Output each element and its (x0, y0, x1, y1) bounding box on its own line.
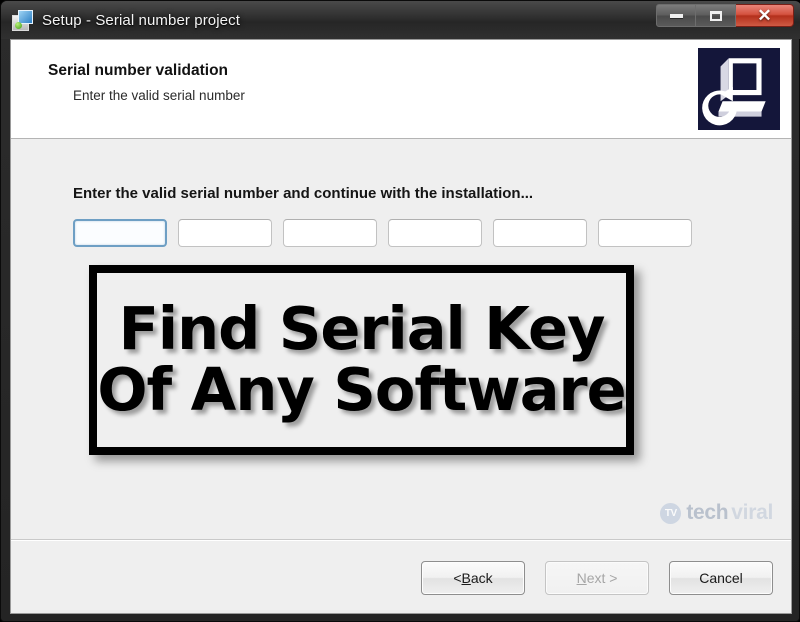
back-button-mnemonic: B (461, 570, 471, 586)
window-title: Setup - Serial number project (42, 11, 240, 29)
overlay-banner: Find Serial Key Of Any Software (89, 265, 634, 455)
setup-window: Setup - Serial number project ✕ Serial n… (0, 0, 800, 622)
techviral-watermark: TV tech viral (660, 501, 773, 525)
serial-number-fields (73, 219, 692, 247)
cancel-button[interactable]: Cancel (669, 561, 773, 595)
tv-badge-icon: TV (660, 502, 682, 524)
back-button-suffix: ack (470, 570, 493, 586)
title-bar-left: Setup - Serial number project (11, 1, 240, 39)
cancel-button-label: Cancel (699, 570, 743, 586)
computer-arrow-glyph (702, 58, 766, 126)
window-controls: ✕ (656, 4, 794, 28)
instruction-text: Enter the valid serial number and contin… (73, 185, 534, 202)
header-logo (695, 45, 783, 133)
next-button[interactable]: Next > (545, 561, 649, 595)
watermark-viral: viral (731, 501, 773, 524)
minimize-icon (669, 13, 683, 18)
close-icon: ✕ (757, 6, 772, 25)
serial-input-4[interactable] (388, 219, 482, 247)
page-title: Serial number validation (48, 62, 229, 79)
setup-disk-icon (11, 9, 33, 31)
serial-input-2[interactable] (178, 219, 272, 247)
title-bar[interactable]: Setup - Serial number project ✕ (1, 1, 800, 39)
back-button[interactable]: < Back (421, 561, 525, 595)
tv-badge-label: TV (664, 507, 677, 519)
client-area: Serial number validation Enter the valid… (10, 39, 792, 614)
serial-input-5[interactable] (493, 219, 587, 247)
next-button-mnemonic: N (576, 570, 587, 586)
back-button-prefix: < (453, 570, 462, 586)
wizard-footer: < Back Next > Cancel (11, 540, 791, 613)
installer-computer-icon (698, 48, 780, 130)
overlay-line-2: Of Any Software (97, 355, 626, 424)
wizard-body: Enter the valid serial number and contin… (11, 139, 791, 540)
serial-input-3[interactable] (283, 219, 377, 247)
page-subtitle: Enter the valid serial number (73, 88, 245, 103)
navigation-buttons: < Back Next > Cancel (421, 561, 773, 595)
serial-input-6[interactable] (598, 219, 692, 247)
maximize-button[interactable] (696, 4, 736, 27)
wizard-header: Serial number validation Enter the valid… (11, 40, 791, 139)
minimize-button[interactable] (656, 4, 696, 27)
close-button[interactable]: ✕ (736, 4, 794, 27)
overlay-line-1: Find Serial Key (118, 294, 606, 364)
watermark-tech: tech (686, 501, 729, 524)
serial-input-1[interactable] (73, 219, 167, 247)
next-button-suffix: ext > (586, 570, 618, 586)
maximize-icon (709, 10, 722, 21)
